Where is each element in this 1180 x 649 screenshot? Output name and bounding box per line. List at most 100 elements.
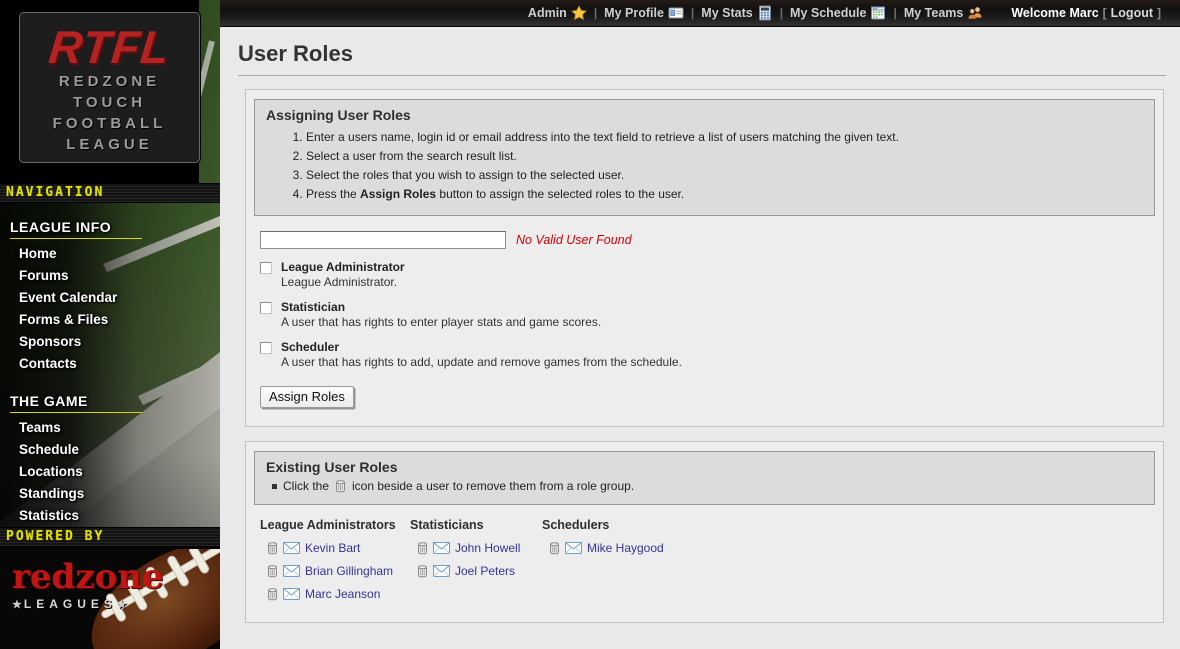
role-name: Scheduler <box>281 340 682 354</box>
remove-user-icon[interactable] <box>267 587 278 601</box>
existing-user-roles-box: Existing User Roles Click the icon besid… <box>254 451 1155 505</box>
topbar-separator: | <box>691 6 694 20</box>
star-glyph: ★ <box>12 599 24 611</box>
topbar-separator: | <box>893 6 896 20</box>
sidebar-nav: LEAGUE INFO Home Forums Event Calendar F… <box>0 203 220 527</box>
calculator-icon <box>757 5 773 21</box>
user-search-input[interactable] <box>260 231 506 249</box>
main-column: Admin | My Profile | My Stats | My Sched… <box>220 0 1180 649</box>
role-description: League Administrator. <box>281 275 405 289</box>
remove-user-icon[interactable] <box>267 564 278 578</box>
email-user-icon[interactable] <box>283 588 300 600</box>
rtfl-logo-line: FOOTBALL <box>20 113 199 134</box>
existing-user-roles-heading: Existing User Roles <box>266 459 1143 475</box>
logout-bracket: ] <box>1157 6 1161 20</box>
topbar-separator: | <box>780 6 783 20</box>
user-row: Marc Jeanson <box>267 587 410 601</box>
rtfl-logo[interactable]: RTFL REDZONE TOUCH FOOTBALL LEAGUE <box>19 12 200 163</box>
remove-instruction: Click the icon beside a user to remove t… <box>272 479 1143 493</box>
role-checkbox-league-administrator[interactable] <box>260 262 272 274</box>
existing-user-roles-panel: Existing User Roles Click the icon besid… <box>245 441 1164 623</box>
sidebar-item-event-calendar[interactable]: Event Calendar <box>10 287 220 309</box>
user-search-row: No Valid User Found <box>260 231 1155 249</box>
powered-by-banner: POWERED BY <box>0 527 220 547</box>
sidebar: RTFL REDZONE TOUCH FOOTBALL LEAGUE NAVIG… <box>0 0 220 649</box>
powered-by-banner-label: POWERED BY <box>6 529 104 544</box>
user-row: Joel Peters <box>417 564 542 578</box>
sidebar-item-standings[interactable]: Standings <box>10 483 220 505</box>
title-divider <box>238 75 1166 76</box>
league-logo-area: RTFL REDZONE TOUCH FOOTBALL LEAGUE <box>0 0 220 183</box>
section-title-league-info: LEAGUE INFO <box>10 219 142 239</box>
assign-instruction-step: Select the roles that you wish to assign… <box>306 168 1143 182</box>
topbar-my-schedule-link[interactable]: My Schedule <box>790 5 886 21</box>
redzone-wordmark: redzone <box>12 559 220 595</box>
email-user-icon[interactable] <box>283 542 300 554</box>
sidebar-item-forums[interactable]: Forums <box>10 265 220 287</box>
app-root: RTFL REDZONE TOUCH FOOTBALL LEAGUE NAVIG… <box>0 0 1180 649</box>
assign-instruction-step: Enter a users name, login id or email ad… <box>306 130 1143 144</box>
page-title: User Roles <box>238 41 1166 67</box>
role-option-row: Statistician A user that has rights to e… <box>260 300 1155 329</box>
group-title: League Administrators <box>260 518 410 532</box>
rtfl-logo-line: LEAGUE <box>20 134 199 155</box>
role-checkbox-statistician[interactable] <box>260 302 272 314</box>
role-option-text: League Administrator League Administrato… <box>281 260 405 289</box>
assigning-user-roles-heading: Assigning User Roles <box>266 107 1143 123</box>
group-statisticians: Statisticians John Howell Joel Peters <box>410 518 542 610</box>
role-option-row: Scheduler A user that has rights to add,… <box>260 340 1155 369</box>
user-name: John Howell <box>455 541 520 555</box>
sidebar-item-statistics[interactable]: Statistics <box>10 505 220 527</box>
topbar-separator: | <box>594 6 597 20</box>
email-user-icon[interactable] <box>433 542 450 554</box>
bullet-marker <box>272 484 277 489</box>
assign-roles-button[interactable]: Assign Roles <box>260 386 354 408</box>
assign-instruction-step: Select a user from the search result lis… <box>306 149 1143 163</box>
user-row: Kevin Bart <box>267 541 410 555</box>
topbar-my-teams-link[interactable]: My Teams <box>904 5 984 21</box>
remove-user-icon[interactable] <box>549 541 560 555</box>
topbar-my-profile-link[interactable]: My Profile <box>604 5 684 21</box>
group-schedulers: Schedulers Mike Haygood <box>542 518 692 610</box>
remove-user-icon[interactable] <box>267 541 278 555</box>
navigation-banner-label: NAVIGATION <box>6 185 104 200</box>
assign-instructions-list: Enter a users name, login id or email ad… <box>290 130 1143 201</box>
logout-bracket: [ <box>1103 6 1107 20</box>
vcard-icon <box>668 5 684 21</box>
sidebar-item-forms-files[interactable]: Forms & Files <box>10 309 220 331</box>
logout-link[interactable]: Logout <box>1111 6 1153 20</box>
sidebar-item-teams[interactable]: Teams <box>10 417 220 439</box>
role-description: A user that has rights to enter player s… <box>281 315 601 329</box>
email-user-icon[interactable] <box>433 565 450 577</box>
remove-user-icon[interactable] <box>417 541 428 555</box>
role-option-text: Scheduler A user that has rights to add,… <box>281 340 682 369</box>
user-name: Marc Jeanson <box>305 587 380 601</box>
role-option-text: Statistician A user that has rights to e… <box>281 300 601 329</box>
leagues-wordmark: ★LEAGUES★ <box>12 597 220 611</box>
star-glyph: ★ <box>117 599 129 611</box>
role-name: Statistician <box>281 300 601 314</box>
user-name: Brian Gillingham <box>305 564 393 578</box>
rtfl-logo-line: REDZONE <box>20 71 199 92</box>
role-description: A user that has rights to add, update an… <box>281 355 682 369</box>
user-row: Mike Haygood <box>549 541 692 555</box>
email-user-icon[interactable] <box>565 542 582 554</box>
sidebar-item-home[interactable]: Home <box>10 243 220 265</box>
rtfl-logo-line: TOUCH <box>20 92 199 113</box>
redzone-leagues-logo[interactable]: redzone ★LEAGUES★ <box>0 547 220 649</box>
topbar-admin-link[interactable]: Admin <box>528 5 587 21</box>
no-valid-user-message: No Valid User Found <box>516 233 632 247</box>
sidebar-item-sponsors[interactable]: Sponsors <box>10 331 220 353</box>
sidebar-item-locations[interactable]: Locations <box>10 461 220 483</box>
email-user-icon[interactable] <box>283 565 300 577</box>
welcome-message: Welcome Marc <box>1011 6 1098 20</box>
assign-instruction-step: Press the Assign Roles button to assign … <box>306 187 1143 201</box>
remove-user-icon[interactable] <box>417 564 428 578</box>
role-groups: League Administrators Kevin Bart Brian G… <box>260 518 1155 610</box>
role-checkbox-scheduler[interactable] <box>260 342 272 354</box>
sidebar-item-schedule[interactable]: Schedule <box>10 439 220 461</box>
role-option-row: League Administrator League Administrato… <box>260 260 1155 289</box>
topbar-my-stats-link[interactable]: My Stats <box>701 5 772 21</box>
sidebar-item-contacts[interactable]: Contacts <box>10 353 220 375</box>
user-name: Kevin Bart <box>305 541 360 555</box>
